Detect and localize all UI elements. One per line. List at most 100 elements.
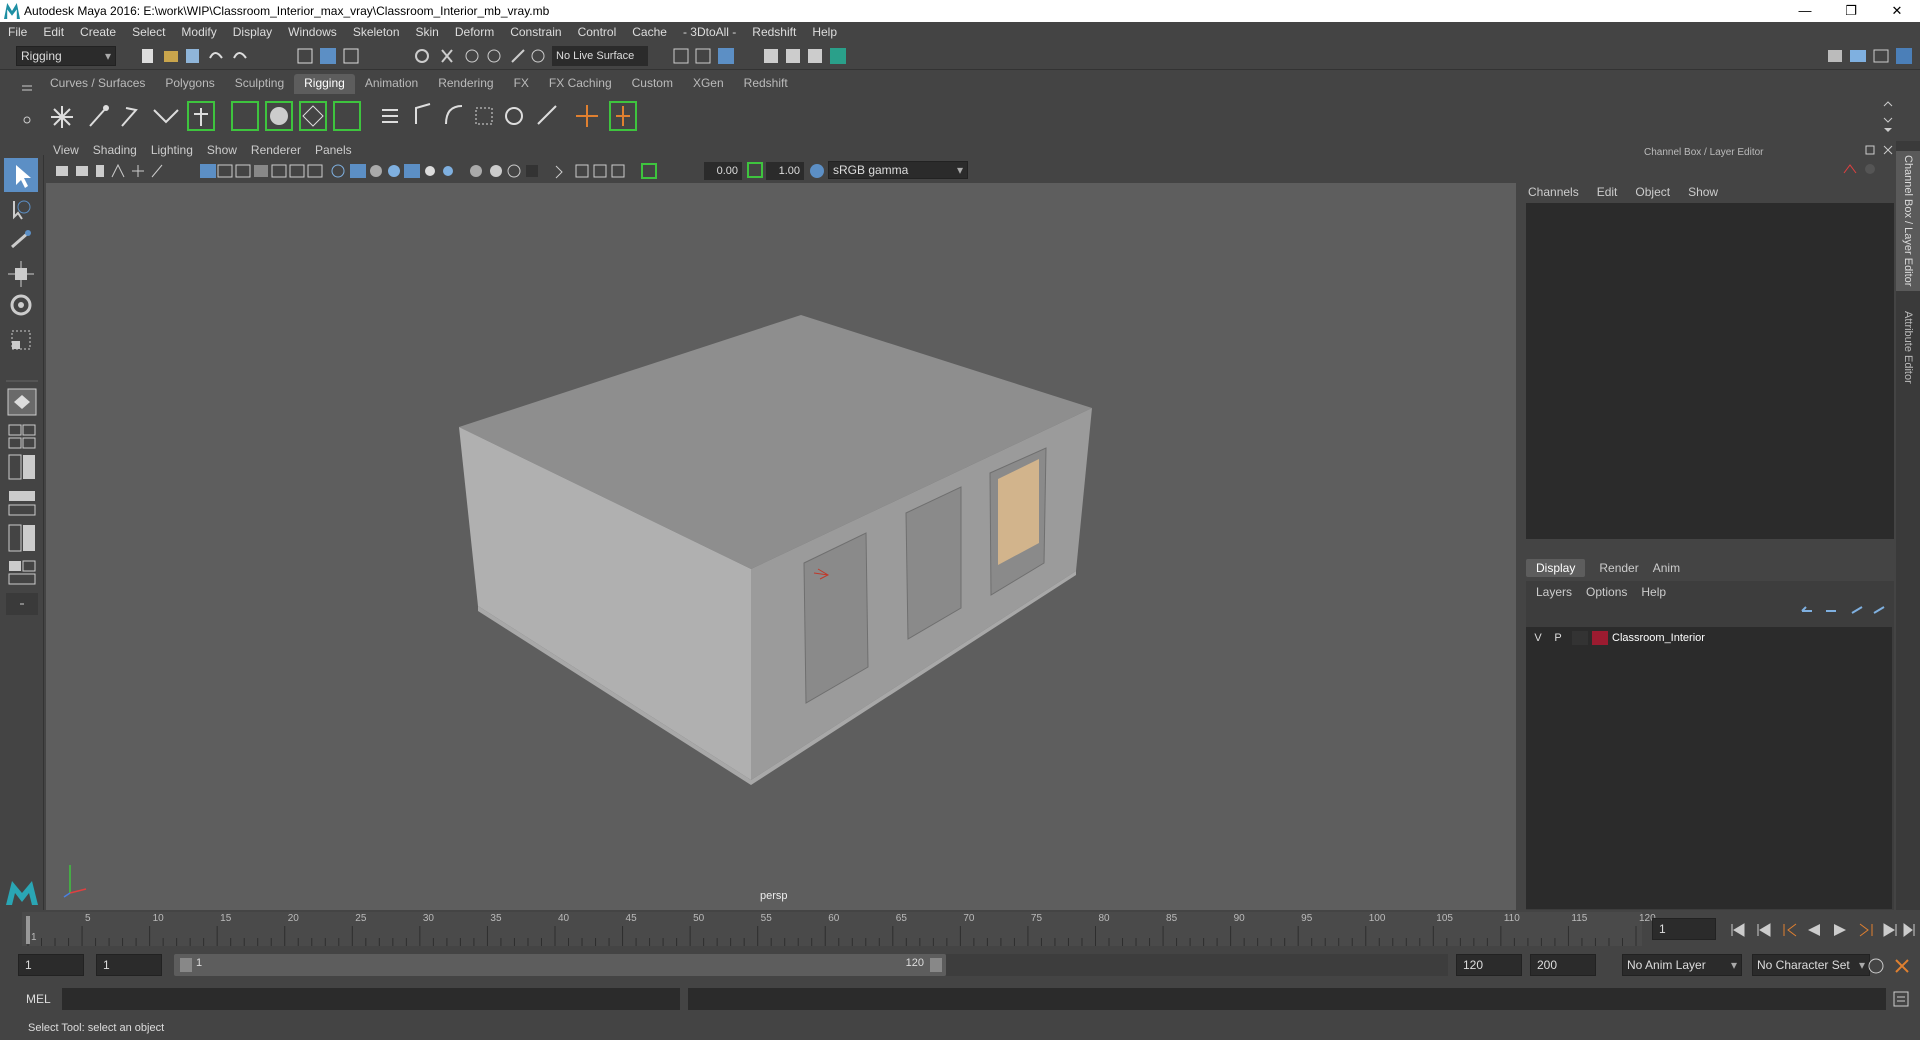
script-language-label[interactable]: MEL — [26, 992, 51, 1006]
layer-menu-layers[interactable]: Layers — [1536, 585, 1572, 599]
menuset-dropdown[interactable]: Rigging — [16, 46, 116, 66]
live-surface-field[interactable]: No Live Surface — [552, 46, 648, 66]
viewport-menu-lighting[interactable]: Lighting — [144, 143, 200, 157]
menu-constrain[interactable]: Constrain — [502, 25, 569, 39]
anim-end-field[interactable]: 200 — [1530, 954, 1596, 976]
time-slider[interactable]: 1 5 10 15 20 25 30 35 40 45 50 55 60 65 70 75 80 85 90 95 10… — [0, 910, 1920, 948]
shelf-tab-rigging[interactable]: Rigging — [294, 74, 355, 94]
shelf-scroll-icon[interactable] — [1880, 98, 1896, 134]
timeline-tick-label: 75 — [1030, 913, 1043, 924]
minimize-button[interactable]: — — [1782, 0, 1828, 22]
shelf-tab-animation[interactable]: Animation — [355, 74, 428, 94]
timeline-tick-label: 100 — [1368, 913, 1386, 924]
layer-create-icons[interactable] — [1798, 603, 1888, 619]
menu-modify[interactable]: Modify — [173, 25, 224, 39]
side-tab-channel-box[interactable]: Channel Box / Layer Editor — [1902, 155, 1914, 286]
script-editor-icon[interactable] — [1892, 990, 1912, 1010]
menu-cache[interactable]: Cache — [624, 25, 675, 39]
viewport-menu-panels[interactable]: Panels — [308, 143, 359, 157]
layer-tab-render[interactable]: Render — [1599, 561, 1638, 575]
command-result-field — [688, 988, 1886, 1010]
viewport-menu-shading[interactable]: Shading — [86, 143, 144, 157]
auto-key-icons[interactable] — [1864, 956, 1916, 976]
anim-layer-dropdown[interactable]: No Anim Layer — [1622, 954, 1742, 976]
layer-row[interactable]: V P Classroom_Interior — [1528, 629, 1888, 647]
shelf-tab-fx[interactable]: FX — [504, 74, 539, 94]
menu-select[interactable]: Select — [124, 25, 173, 39]
menu-redshift[interactable]: Redshift — [744, 25, 804, 39]
menu-control[interactable]: Control — [570, 25, 625, 39]
playback-start-field[interactable]: 1 — [96, 954, 162, 976]
file-tools-icons[interactable] — [138, 46, 378, 66]
side-tab-attribute-editor[interactable]: Attribute Editor — [1902, 311, 1914, 384]
maya-home-icon[interactable] — [4, 877, 40, 907]
toolbox — [0, 155, 44, 910]
channel-menu-show[interactable]: Show — [1688, 185, 1718, 199]
channel-menu-channels[interactable]: Channels — [1528, 185, 1579, 199]
rigging-shelf-icons[interactable] — [36, 94, 696, 138]
shelf-tab-rendering[interactable]: Rendering — [428, 74, 503, 94]
current-time-marker[interactable] — [26, 916, 30, 944]
menu-skeleton[interactable]: Skeleton — [345, 25, 408, 39]
gamma-toggle-icon[interactable] — [746, 162, 764, 180]
close-button[interactable]: ✕ — [1874, 0, 1920, 22]
menu-edit[interactable]: Edit — [35, 25, 72, 39]
layer-visibility-toggle[interactable]: V — [1528, 632, 1548, 644]
viewport-menu-show[interactable]: Show — [200, 143, 244, 157]
gamma-field[interactable]: 1.00 — [766, 162, 804, 180]
shelf-tab-polygons[interactable]: Polygons — [155, 74, 224, 94]
character-set-dropdown[interactable]: No Character Set — [1752, 954, 1870, 976]
playback-end-field[interactable]: 120 — [1456, 954, 1522, 976]
timeline-track[interactable]: 1 5 10 15 20 25 30 35 40 45 50 55 60 65 70 75 80 85 90 95 10… — [22, 912, 1656, 946]
range-end-handle[interactable] — [930, 958, 942, 972]
layer-color-swatch[interactable] — [1592, 631, 1608, 645]
layer-menu-help[interactable]: Help — [1641, 585, 1666, 599]
shelf-tab-redshift[interactable]: Redshift — [734, 74, 798, 94]
timeline-tick-label: 40 — [557, 913, 570, 924]
layer-menu-options[interactable]: Options — [1586, 585, 1627, 599]
layer-tab-anim[interactable]: Anim — [1653, 561, 1680, 575]
menu-windows[interactable]: Windows — [280, 25, 345, 39]
shelf-tab-fx-caching[interactable]: FX Caching — [539, 74, 622, 94]
viewport-persp[interactable]: persp — [46, 183, 1516, 910]
menu-file[interactable]: File — [0, 25, 35, 39]
maximize-button[interactable]: ❐ — [1828, 0, 1874, 22]
channel-menu-edit[interactable]: Edit — [1597, 185, 1618, 199]
shelf-options-icon[interactable] — [20, 76, 34, 130]
shelf-tab-xgen[interactable]: XGen — [683, 74, 734, 94]
viewport-toolbar-icons[interactable] — [56, 162, 676, 180]
classroom-model[interactable] — [46, 183, 1516, 910]
menu-create[interactable]: Create — [72, 25, 124, 39]
command-input[interactable] — [62, 988, 680, 1010]
layer-type-toggle[interactable] — [1572, 631, 1588, 645]
exposure-field[interactable]: 0.00 — [704, 162, 742, 180]
current-frame-field[interactable]: 1 — [1652, 918, 1716, 940]
menu-display[interactable]: Display — [225, 25, 280, 39]
menu-deform[interactable]: Deform — [447, 25, 502, 39]
workspace-icons[interactable] — [1824, 46, 1916, 66]
menu-skin[interactable]: Skin — [408, 25, 447, 39]
range-start-handle[interactable] — [180, 958, 192, 972]
channel-box-list[interactable] — [1526, 203, 1894, 539]
timeline-tick-label: 35 — [490, 913, 502, 924]
menu-help[interactable]: Help — [804, 25, 845, 39]
panel-float-close-icons[interactable] — [1864, 144, 1896, 156]
snap-tools-icons[interactable] — [412, 46, 552, 66]
shelf-tab-curves[interactable]: Curves / Surfaces — [40, 74, 155, 94]
viewport-menu-view[interactable]: View — [46, 143, 86, 157]
menu-3dtoall[interactable]: - 3DtoAll - — [675, 25, 744, 39]
render-tools-icons[interactable] — [672, 46, 892, 66]
playback-controls-icons[interactable] — [1728, 920, 1918, 940]
layer-playback-toggle[interactable]: P — [1548, 632, 1568, 644]
toolbox-icons[interactable] — [0, 155, 44, 875]
channel-menu-object[interactable]: Object — [1635, 185, 1670, 199]
viewport-menu-renderer[interactable]: Renderer — [244, 143, 308, 157]
colorspace-dropdown[interactable]: sRGB gamma — [828, 161, 968, 179]
anim-start-field[interactable]: 1 — [18, 954, 84, 976]
shelf-tab-custom[interactable]: Custom — [622, 74, 683, 94]
channel-box-icons[interactable] — [1840, 161, 1880, 177]
layer-tab-display[interactable]: Display — [1526, 559, 1586, 577]
shelf-tab-sculpting[interactable]: Sculpting — [225, 74, 294, 94]
range-slider[interactable]: 1 120 — [174, 954, 946, 976]
layer-name[interactable]: Classroom_Interior — [1612, 632, 1705, 644]
